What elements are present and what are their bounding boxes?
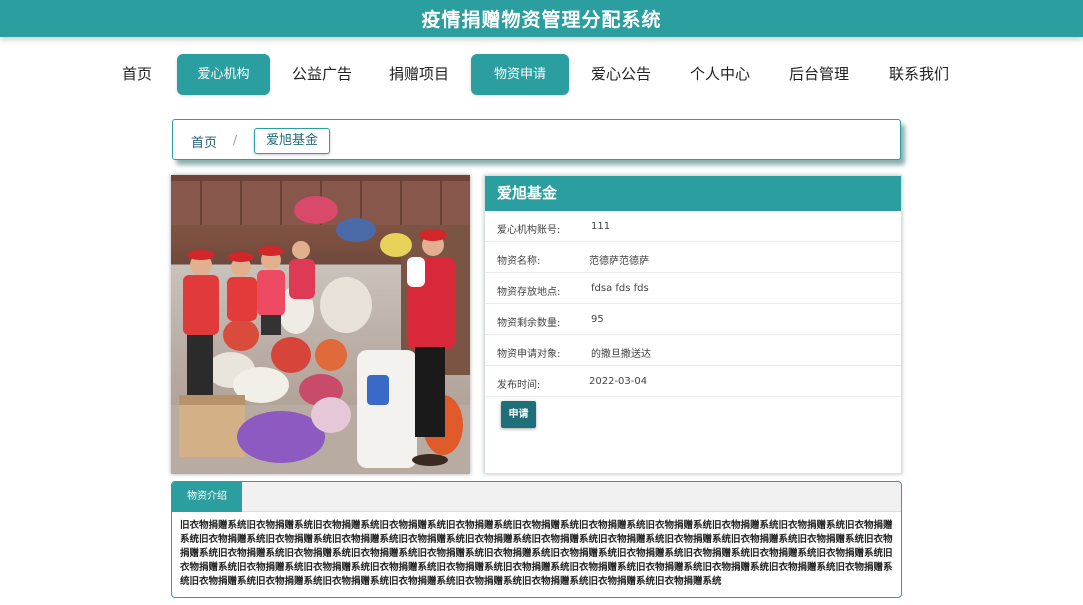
breadcrumb-home-link[interactable]: 首页 <box>191 132 217 151</box>
detail-row: 物资存放地点: fdsa fds fds <box>485 273 901 304</box>
detail-row: 发布时间: 2022-03-04 <box>485 366 901 397</box>
nav-item-charity-orgs[interactable]: 爱心机构 <box>177 54 270 95</box>
detail-value: fdsa fds fds <box>591 283 649 294</box>
nav-item-contact[interactable]: 联系我们 <box>883 54 955 95</box>
nav-item-notices[interactable]: 爱心公告 <box>585 54 657 95</box>
detail-label: 爱心机构账号: <box>497 225 561 236</box>
detail-title: 爱旭基金 <box>485 176 901 211</box>
volunteers-with-donations-image <box>171 175 470 474</box>
breadcrumb-current: 爱旭基金 <box>254 128 331 154</box>
nav-item-user-center[interactable]: 个人中心 <box>684 54 756 95</box>
detail-row: 爱心机构账号: 111 <box>485 211 901 242</box>
site-title: 疫情捐赠物资管理分配系统 <box>421 9 662 31</box>
main-nav: 首页 爱心机构 公益广告 捐赠项目 物资申请 爱心公告 个人中心 后台管理 联系… <box>0 54 1083 95</box>
nav-item-admin[interactable]: 后台管理 <box>783 54 855 95</box>
supply-detail-card: 爱旭基金 爱心机构账号: 111 物资名称: 范德萨范德萨 物资存放地点: fd… <box>484 175 902 474</box>
detail-value: 111 <box>591 221 611 232</box>
detail-value: 2022-03-04 <box>589 376 648 387</box>
detail-label: 物资名称: <box>497 256 541 267</box>
detail-row: 物资名称: 范德萨范德萨 <box>485 242 901 273</box>
supply-intro-panel: 物资介绍 旧衣物捐赠系统旧衣物捐赠系统旧衣物捐赠系统旧衣物捐赠系统旧衣物捐赠系统… <box>171 481 902 598</box>
top-header: 疫情捐赠物资管理分配系统 <box>0 0 1083 37</box>
breadcrumb-separator: / <box>233 133 238 147</box>
intro-tab-bar: 物资介绍 <box>172 482 901 512</box>
breadcrumb: 首页 / 爱旭基金 <box>172 119 901 160</box>
detail-label: 物资存放地点: <box>497 287 561 298</box>
apply-button[interactable]: 申请 <box>501 401 536 428</box>
nav-item-donation-projects[interactable]: 捐赠项目 <box>382 54 456 95</box>
nav-item-public-ads[interactable]: 公益广告 <box>286 54 358 95</box>
detail-label: 发布时间: <box>497 380 541 391</box>
intro-text: 旧衣物捐赠系统旧衣物捐赠系统旧衣物捐赠系统旧衣物捐赠系统旧衣物捐赠系统旧衣物捐赠… <box>180 520 893 587</box>
detail-value: 范德萨范德萨 <box>589 256 649 267</box>
tab-supply-intro[interactable]: 物资介绍 <box>172 482 242 512</box>
detail-row: 物资申请对象: 的撒旦撒送达 <box>485 335 901 366</box>
nav-item-home[interactable]: 首页 <box>114 54 160 95</box>
detail-label: 物资申请对象: <box>497 349 561 360</box>
nav-item-supply-request[interactable]: 物资申请 <box>471 54 569 95</box>
supply-photo <box>171 175 470 474</box>
detail-value: 的撒旦撒送达 <box>591 349 651 360</box>
detail-label: 物资剩余数量: <box>497 318 561 329</box>
detail-value: 95 <box>591 314 604 325</box>
detail-row: 物资剩余数量: 95 <box>485 304 901 335</box>
